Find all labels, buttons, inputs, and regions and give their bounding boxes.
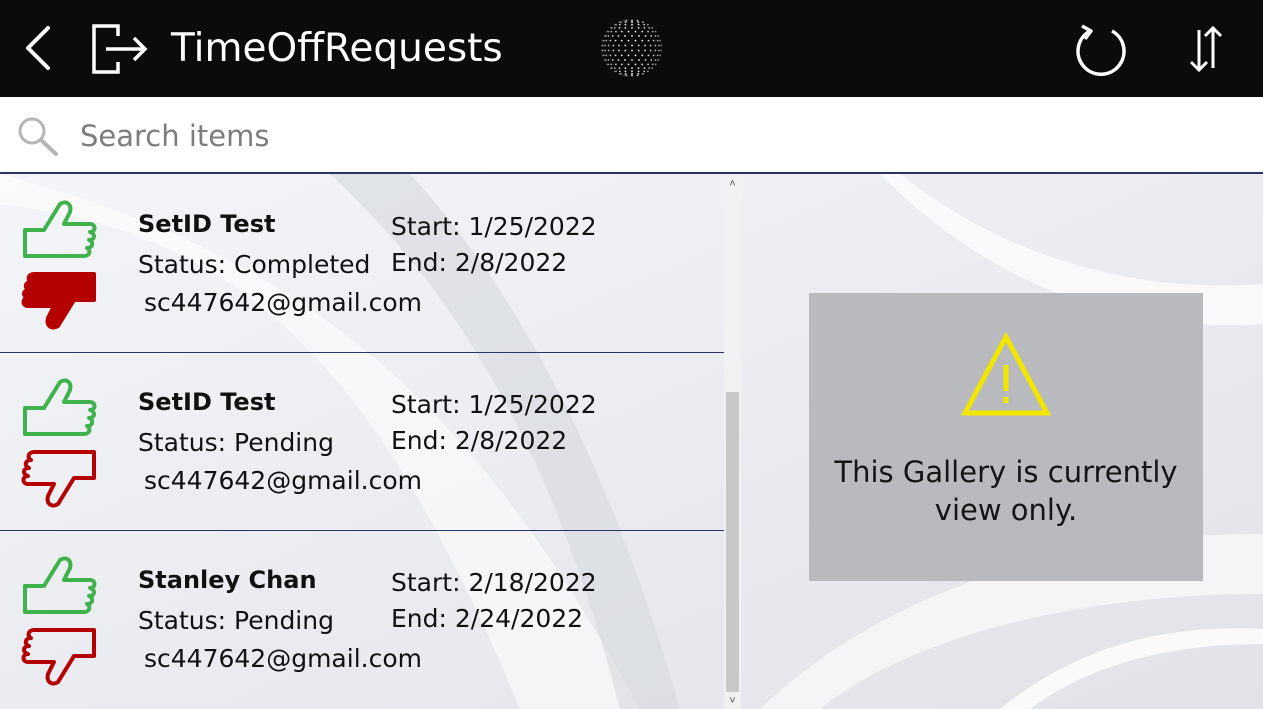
- warning-icon: [961, 331, 1051, 416]
- item-name: Stanley Chan: [138, 566, 317, 594]
- time-off-gallery: SetID Test Status: Completed sc447642@gm…: [0, 176, 724, 709]
- search-bar: [0, 97, 1263, 174]
- item-name: SetID Test: [138, 388, 276, 416]
- thumbs-up-icon[interactable]: [20, 198, 98, 264]
- thumbs-up-icon[interactable]: [20, 554, 98, 620]
- item-end-date: End: 2/8/2022: [391, 426, 568, 455]
- thumbs-up-icon[interactable]: [20, 376, 98, 442]
- item-status: Status: Pending: [138, 428, 334, 457]
- item-end-date: End: 2/8/2022: [391, 248, 568, 277]
- app-title: TimeOffRequests: [171, 26, 503, 71]
- item-email: sc447642@gmail.com: [144, 644, 422, 673]
- gallery-scrollbar[interactable]: ˄ ˅: [724, 176, 741, 709]
- back-arrow-icon[interactable]: [20, 24, 56, 72]
- view-only-notice: This Gallery is currently view only.: [809, 293, 1203, 581]
- search-icon: [18, 117, 58, 156]
- search-input[interactable]: [78, 113, 1232, 159]
- gallery-item[interactable]: SetID Test Status: Pending sc447642@gmai…: [0, 354, 724, 531]
- item-start-date: Start: 2/18/2022: [391, 568, 597, 597]
- refresh-icon[interactable]: [1072, 22, 1130, 78]
- item-start-date: Start: 1/25/2022: [391, 390, 597, 419]
- item-name: SetID Test: [138, 210, 276, 238]
- exit-icon[interactable]: [88, 22, 150, 76]
- item-status: Status: Completed: [138, 250, 371, 279]
- globe-icon: [601, 19, 663, 77]
- thumbs-down-icon[interactable]: [20, 622, 98, 688]
- notice-text: This Gallery is currently view only.: [834, 455, 1178, 527]
- gallery-item[interactable]: Stanley Chan Status: Pending sc447642@gm…: [0, 532, 724, 709]
- app-header: TimeOffRequests: [0, 0, 1263, 97]
- scrollbar-thumb[interactable]: [726, 392, 739, 692]
- item-email: sc447642@gmail.com: [144, 288, 422, 317]
- scroll-up-arrow-icon[interactable]: ˄: [724, 176, 741, 192]
- item-email: sc447642@gmail.com: [144, 466, 422, 495]
- scroll-down-arrow-icon[interactable]: ˅: [724, 693, 741, 709]
- item-end-date: End: 2/24/2022: [391, 604, 584, 633]
- item-status: Status: Pending: [138, 606, 334, 635]
- item-start-date: Start: 1/25/2022: [391, 212, 597, 241]
- sort-icon[interactable]: [1186, 22, 1226, 76]
- thumbs-down-icon[interactable]: [20, 444, 98, 510]
- gallery-item[interactable]: SetID Test Status: Completed sc447642@gm…: [0, 176, 724, 353]
- thumbs-down-icon[interactable]: [20, 266, 98, 332]
